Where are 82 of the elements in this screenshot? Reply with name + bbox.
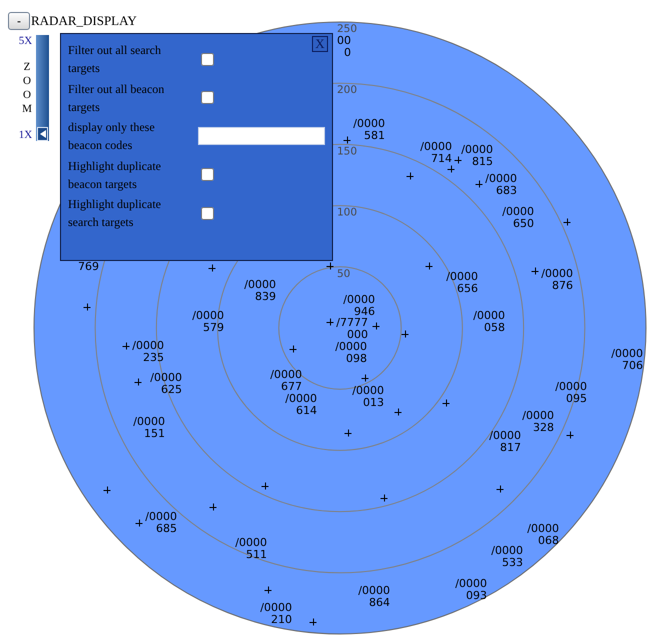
target-label: /0000 685	[145, 510, 177, 535]
plus-icon	[309, 618, 317, 626]
checkbox[interactable]	[201, 91, 214, 104]
plus-icon	[531, 267, 539, 275]
target-label: /0000 210	[260, 601, 292, 626]
range-label: 250	[337, 23, 358, 35]
zoom-handle[interactable]	[37, 127, 48, 141]
target-label: /0000 013	[352, 384, 384, 409]
plus-icon	[442, 399, 450, 407]
zoom-slider[interactable]	[36, 35, 49, 141]
checkbox[interactable]	[201, 168, 214, 181]
zoom-min-label: 1X	[18, 129, 32, 141]
target-label: /0000 839	[244, 278, 276, 303]
range-label: 100	[337, 206, 358, 219]
option-label: Highlight duplicate beacon targets	[68, 158, 162, 192]
target-label: /0000 614	[285, 392, 317, 417]
plus-icon	[208, 264, 216, 272]
target-label: /7777 000	[336, 316, 368, 341]
plus-icon	[122, 342, 130, 350]
plus-icon	[496, 485, 504, 493]
target-label: /0000 946	[343, 293, 375, 318]
target-label: /0000 058	[473, 309, 505, 334]
target-label: /0000 235	[132, 339, 164, 364]
target-label: /0000 093	[455, 577, 487, 602]
plus-icon	[344, 429, 352, 437]
plus-icon	[209, 503, 217, 511]
target-label: /0000 683	[485, 172, 517, 197]
range-label: 200	[337, 84, 358, 96]
target-label: /0000 098	[335, 340, 367, 365]
option-label: display only these beacon codes	[68, 119, 156, 154]
plus-icon	[343, 136, 351, 144]
zoom-caption: ZOOM	[21, 60, 32, 116]
target-label: /0000 581	[353, 117, 385, 142]
plus-icon	[326, 318, 334, 326]
plus-icon	[261, 482, 269, 490]
target-label: /0000 579	[192, 309, 224, 334]
checkbox[interactable]	[201, 52, 214, 66]
plus-icon	[425, 262, 433, 270]
plus-icon	[134, 378, 142, 386]
checkbox[interactable]	[201, 206, 214, 220]
target-label: /0000 706	[611, 347, 643, 372]
plus-icon	[103, 486, 111, 494]
target-label: /0000 650	[502, 205, 534, 230]
target-label: /0000 151	[133, 415, 165, 440]
target-label: /0000 625	[150, 371, 182, 396]
plus-icon	[475, 180, 483, 188]
plus-icon	[289, 345, 297, 353]
plus-icon	[394, 408, 402, 416]
plus-icon	[401, 330, 409, 338]
collapse-button[interactable]: -	[8, 12, 30, 30]
plus-icon	[361, 374, 369, 382]
option-label: Highlight duplicate search targets	[68, 196, 162, 231]
app-title: RADAR_DISPLAY	[31, 12, 137, 30]
target-label: /0000 533	[491, 544, 523, 569]
target-label: 769	[78, 260, 99, 273]
target-label: /0000 714	[420, 140, 452, 165]
zoom-max-label: 5X	[18, 35, 32, 47]
caret-icon	[40, 130, 46, 138]
plus-icon	[380, 494, 388, 502]
target-label: /0000 095	[555, 380, 587, 405]
target-label: /0000 068	[527, 522, 559, 547]
target-label: /0000 876	[541, 267, 573, 292]
plus-icon	[83, 303, 91, 311]
range-label: 150	[337, 145, 358, 158]
target-label: /0000 677	[270, 368, 302, 393]
plus-icon	[566, 431, 574, 439]
target-label: /0000 656	[446, 270, 478, 295]
beacon-codes-field[interactable]	[198, 127, 325, 145]
plus-icon	[326, 262, 334, 270]
range-label: 50	[337, 268, 350, 280]
target-label: /0000 864	[358, 584, 390, 609]
plus-icon	[264, 586, 272, 594]
target-label: /0000 815	[461, 143, 493, 168]
plus-icon	[406, 172, 414, 180]
target-label: 00 0	[337, 34, 351, 59]
plus-icon	[563, 218, 571, 226]
target-label: /0000 817	[489, 429, 521, 454]
target-label: /0000 511	[235, 536, 267, 561]
plus-icon	[372, 322, 380, 330]
target-label: /0000 328	[522, 409, 554, 434]
option-label: Filter out all search targets	[68, 42, 162, 77]
plus-icon	[135, 519, 143, 527]
